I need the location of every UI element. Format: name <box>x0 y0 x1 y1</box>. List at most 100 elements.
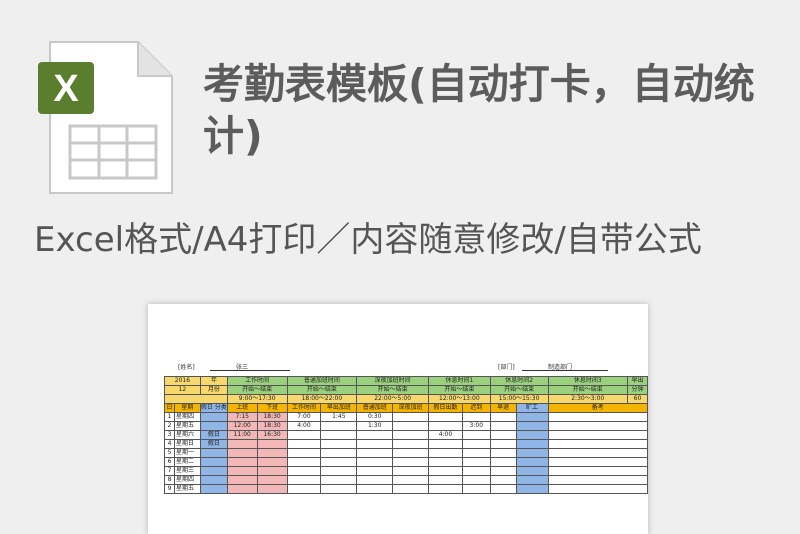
start-end-text: 结束 <box>395 386 408 394</box>
attendance-cell-in <box>226 457 258 467</box>
attendance-cell-late <box>461 448 491 458</box>
attendance-cell-hol <box>199 475 228 485</box>
attendance-cell-normal_ot <box>356 484 394 494</box>
attendance-cell-day: 8 <box>164 475 175 485</box>
attendance-cell-week: 星期一 <box>173 448 201 458</box>
start-end-label: 开始～结束 <box>226 385 288 395</box>
attendance-cell-work <box>286 448 322 458</box>
attendance-cell-hol: 假日 <box>199 439 228 449</box>
attendance-cell-night_ot <box>392 430 429 440</box>
attendance-cell-remark <box>547 439 648 449</box>
column-header-row: 日星期 假日 分类 上班 下班 工作时间 早出加班 普通加班 深夜加班 假日出勤 迟到 早退 旷工 备考 <box>164 403 648 413</box>
attendance-cell-normal_ot <box>356 475 394 485</box>
attendance-cell-work <box>286 439 322 449</box>
attendance-table: 2016 年工作时间 普通加班时间 深夜加班时间 休息时间1 休息时间2 休息时间3 早出 12… <box>164 376 648 494</box>
dept-underline <box>522 370 608 371</box>
page-subtitle: Excel格式/A4打印／内容随意修改/自带公式 <box>34 220 702 260</box>
attendance-cell-remark <box>547 457 648 467</box>
attendance-cell-late <box>461 439 491 449</box>
time-group-title: 休息时间2 <box>489 376 549 386</box>
attendance-row: 8 星期四 <box>164 475 648 485</box>
attendance-cell-early_ot <box>320 484 358 494</box>
attendance-cell-night_ot <box>392 484 429 494</box>
end-time: 17:30 <box>258 395 276 403</box>
attendance-cell-out: 18:30 <box>256 421 288 431</box>
column-header: 下班 <box>256 403 288 413</box>
start-end-text: 结束 <box>324 386 337 394</box>
attendance-cell-late <box>461 484 491 494</box>
attendance-cell-week: 星期日 <box>173 439 201 449</box>
month-cell: 12 <box>164 385 201 395</box>
name-label: [姓名] <box>178 364 195 371</box>
month-unit-cell: 月份 <box>199 385 228 395</box>
minutes-label-cell: 分钟 <box>626 385 648 395</box>
attendance-cell-normal_ot <box>356 457 394 467</box>
attendance-cell-early_ot <box>320 421 358 431</box>
start-end-label: 开始～结束 <box>286 385 358 395</box>
attendance-cell-late <box>461 412 491 422</box>
attendance-cell-absent <box>515 412 549 422</box>
early-minutes-value: 60 <box>626 394 648 404</box>
attendance-cell-day: 1 <box>164 412 175 422</box>
attendance-cell-leave <box>489 475 517 485</box>
attendance-cell-normal_ot <box>356 466 394 476</box>
attendance-cell-normal_ot <box>356 439 394 449</box>
start-end-label: 开始～结束 <box>356 385 429 395</box>
attendance-cell-week: 星期五 <box>173 484 201 494</box>
page-title: 考勤表模板(自动打卡，自动统计) <box>203 60 755 160</box>
end-time: 3:00 <box>590 395 605 403</box>
attendance-cell-late <box>461 466 491 476</box>
attendance-cell-late: 3:00 <box>461 421 491 431</box>
start-time: 2:30 <box>571 395 585 403</box>
attendance-row: 4 星期日 假日 <box>164 439 648 449</box>
attendance-cell-hol_work <box>427 439 463 449</box>
attendance-cell-out <box>256 475 288 485</box>
attendance-cell-out: 18:30 <box>256 412 288 422</box>
attendance-row: 5 星期一 <box>164 448 648 458</box>
attendance-row: 2 星期五 12:00 18:30 4:00 1:30 3:00 <box>164 421 648 431</box>
column-header: 日 <box>164 403 175 413</box>
attendance-row: 3 星期六 假日 11:00 16:30 4:00 <box>164 430 648 440</box>
column-header: 深夜加班 <box>392 403 429 413</box>
attendance-cell-early_ot <box>320 439 358 449</box>
start-end-label: 开始～结束 <box>427 385 491 395</box>
start-end-text: 开始 <box>572 386 585 394</box>
attendance-cell-hol <box>199 466 228 476</box>
attendance-cell-day: 5 <box>164 448 175 458</box>
attendance-cell-work: 4:00 <box>286 421 322 431</box>
start-end-text: 开始 <box>504 386 517 394</box>
start-end-text: 结束 <box>260 386 273 394</box>
attendance-cell-late <box>461 457 491 467</box>
attendance-cell-absent <box>515 475 549 485</box>
attendance-cell-remark <box>547 412 648 422</box>
attendance-cell-hol_work: 4:00 <box>427 430 463 440</box>
attendance-cell-leave <box>489 430 517 440</box>
start-end-label-row: 12 月份 开始～结束 开始～结束 开始～结束 开始～结束 开始～结束 开始～结束 分钟 <box>164 385 648 395</box>
start-end-text: 结束 <box>462 386 475 394</box>
time-range-value: 15:00～15:30 <box>489 394 549 404</box>
attendance-cell-work <box>286 466 322 476</box>
attendance-cell-in: 11:00 <box>226 430 258 440</box>
attendance-cell-leave <box>489 457 517 467</box>
attendance-row: 1 星期四 7:15 18:30 7:00 1:45 0:30 <box>164 412 648 422</box>
attendance-cell-out <box>256 484 288 494</box>
attendance-cell-leave <box>489 421 517 431</box>
attendance-cell-leave <box>489 448 517 458</box>
attendance-cell-early_ot <box>320 448 358 458</box>
time-range-value: 18:00～22:00 <box>286 394 358 404</box>
start-end-text: 开始 <box>377 386 390 394</box>
column-header: 假日出勤 <box>427 403 463 413</box>
attendance-cell-day: 6 <box>164 457 175 467</box>
time-range-value: 9:00～17:30 <box>226 394 288 404</box>
attendance-cell-absent <box>515 457 549 467</box>
start-end-text: 结束 <box>522 386 535 394</box>
attendance-cell-work <box>286 475 322 485</box>
year-cell: 2016 <box>164 376 201 386</box>
column-header: 工作时间 <box>286 403 322 413</box>
attendance-cell-week: 星期五 <box>173 421 201 431</box>
attendance-cell-hol <box>199 421 228 431</box>
attendance-cell-early_ot <box>320 475 358 485</box>
start-end-text: 开始 <box>242 386 255 394</box>
start-time: 12:00 <box>439 395 457 403</box>
spreadsheet-preview: [姓名] 张三 [部门] 制造部门 2016 年工作时间 普通加班时间 深夜加班时间休… <box>148 304 648 534</box>
